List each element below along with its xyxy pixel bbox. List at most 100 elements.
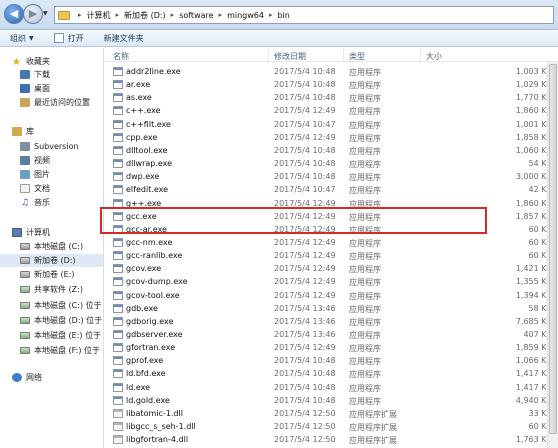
nav-pictures[interactable]: 图片 [20, 168, 103, 181]
file-row[interactable]: gfortran.exe 2017/5/4 12:49 应用程序 1,859 KB [105, 341, 558, 354]
exe-file-icon [113, 277, 123, 287]
chevron-right-icon[interactable]: ▸ [116, 11, 120, 19]
nav-downloads[interactable]: 下载 [20, 68, 103, 81]
column-date-header[interactable]: 修改日期 [274, 51, 306, 62]
breadcrumb-software[interactable]: software [179, 11, 213, 20]
file-date: 2017/5/4 10:48 [274, 159, 336, 169]
forward-arrow-icon[interactable]: ▶ [23, 4, 43, 24]
file-row[interactable]: dwp.exe 2017/5/4 10:48 应用程序 3,000 KB [105, 170, 558, 183]
file-row[interactable]: libgcc_s_seh-1.dll 2017/5/4 12:50 应用程序扩展 60… [105, 420, 558, 433]
breadcrumb[interactable]: ▸ 计算机 ▸ 新加卷 (D:) ▸ software ▸ mingw64 ▸ … [54, 6, 554, 24]
column-size-header[interactable]: 大小 [426, 51, 442, 62]
file-date: 2017/5/4 10:48 [274, 145, 336, 155]
file-name: gprof.exe [126, 356, 164, 366]
nav-network[interactable]: 网络 [12, 371, 103, 384]
file-row[interactable]: gcc-nm.exe 2017/5/4 12:49 应用程序 60 KB [105, 236, 558, 249]
file-row[interactable]: gcov-dump.exe 2017/5/4 12:49 应用程序 1,355 KB [105, 275, 558, 288]
subversion-icon [20, 142, 30, 151]
chevron-right-icon[interactable]: ▸ [219, 11, 223, 19]
organize-button[interactable]: 组织 ▼ [0, 33, 44, 44]
chevron-right-icon[interactable]: ▸ [78, 11, 82, 19]
nav-net-drive-4[interactable]: 本地磁盘 (F:) 位于 X [20, 344, 103, 357]
library-icon [12, 127, 22, 136]
nav-computer[interactable]: 计算机 [12, 226, 103, 239]
organize-label: 组织 [10, 33, 26, 43]
file-row[interactable]: dllwrap.exe 2017/5/4 10:48 应用程序 54 KB [105, 157, 558, 170]
nav-libraries[interactable]: 库 [12, 125, 103, 138]
nav-documents[interactable]: 文档 [20, 182, 103, 195]
file-name: gfortran.exe [126, 343, 176, 353]
exe-file-icon [113, 330, 123, 339]
column-divider[interactable] [343, 48, 344, 62]
file-date: 2017/5/4 10:48 [274, 356, 336, 366]
nav-drive-e[interactable]: 新加卷 (E:) [20, 268, 103, 281]
column-divider[interactable] [268, 48, 269, 62]
nav-subversion-label: Subversion [34, 142, 79, 151]
nav-music[interactable]: ♫ 音乐 [20, 196, 103, 209]
hard-drive-icon [20, 243, 30, 250]
network-drive-icon [20, 286, 30, 293]
nav-net-drive-3[interactable]: 本地磁盘 (E:) 位于 X [20, 329, 103, 342]
file-row[interactable]: gdbserver.exe 2017/5/4 13:46 应用程序 407 KB [105, 328, 558, 341]
nav-subversion[interactable]: Subversion [20, 140, 103, 153]
navigation-pane: ★ 收藏夹 下载 桌面 最近访问的位置 库 Subversion 视频 图片 文… [0, 48, 104, 448]
file-type: 应用程序 [349, 331, 381, 340]
chevron-right-icon[interactable]: ▸ [269, 11, 273, 19]
nav-favorites[interactable]: ★ 收藏夹 [12, 55, 103, 68]
file-date: 2017/5/4 13:46 [274, 330, 336, 339]
file-row[interactable]: gcc-ranlib.exe 2017/5/4 12:49 应用程序 60 KB [105, 249, 558, 262]
nav-recent[interactable]: 最近访问的位置 [20, 96, 103, 109]
breadcrumb-bin[interactable]: bin [277, 11, 289, 20]
column-divider[interactable] [420, 48, 421, 62]
file-row[interactable]: dlltool.exe 2017/5/4 10:48 应用程序 1,060 KB [105, 144, 558, 157]
file-row[interactable]: cpp.exe 2017/5/4 12:49 应用程序 1,858 KB [105, 131, 558, 144]
nav-pictures-label: 图片 [34, 170, 50, 179]
exe-file-icon [113, 316, 123, 326]
open-button[interactable]: 打开 [44, 33, 94, 44]
video-icon [20, 156, 30, 165]
open-icon [53, 33, 64, 43]
file-row[interactable]: elfedit.exe 2017/5/4 10:47 应用程序 42 KB [105, 183, 558, 196]
column-name-header[interactable]: 名称 [113, 51, 129, 62]
back-arrow-icon[interactable]: ◀ [4, 4, 24, 24]
file-row[interactable]: c++filt.exe 2017/5/4 10:47 应用程序 1,001 KB [105, 118, 558, 131]
nav-drive-c[interactable]: 本地磁盘 (C:) [20, 240, 103, 253]
nav-net-drive-2[interactable]: 本地磁盘 (D:) 位于 X [20, 314, 103, 327]
file-row[interactable]: addr2line.exe 2017/5/4 10:48 应用程序 1,003 KB [105, 65, 558, 78]
nav-drive-d[interactable]: 新加卷 (D:) [0, 254, 103, 267]
file-row[interactable]: ld.exe 2017/5/4 10:48 应用程序 1,417 KB [105, 381, 558, 394]
column-type-header[interactable]: 类型 [349, 51, 365, 62]
history-dropdown-icon[interactable]: ▼ [43, 10, 48, 17]
file-row[interactable]: gcov.exe 2017/5/4 12:49 应用程序 1,421 KB [105, 262, 558, 275]
nav-videos[interactable]: 视频 [20, 154, 103, 167]
nav-desktop[interactable]: 桌面 [20, 82, 103, 95]
file-row[interactable]: ld.bfd.exe 2017/5/4 10:48 应用程序 1,417 KB [105, 367, 558, 380]
breadcrumb-computer[interactable]: 计算机 [87, 10, 111, 21]
file-type: 应用程序扩展 [349, 423, 397, 433]
file-row[interactable]: gdborig.exe 2017/5/4 13:46 应用程序 7,685 KB [105, 315, 558, 328]
vertical-scrollbar[interactable] [547, 62, 558, 448]
breadcrumb-drive-d[interactable]: 新加卷 (D:) [124, 10, 166, 21]
file-type: 应用程序 [349, 291, 381, 301]
file-date: 2017/5/4 10:47 [274, 185, 336, 195]
file-row[interactable]: gdb.exe 2017/5/4 13:46 应用程序 58 KB [105, 302, 558, 315]
file-row[interactable]: ld.gold.exe 2017/5/4 10:48 应用程序 4,940 KB [105, 394, 558, 407]
breadcrumb-mingw64[interactable]: mingw64 [227, 11, 264, 20]
file-row[interactable]: ar.exe 2017/5/4 10:48 应用程序 1,029 KB [105, 78, 558, 91]
chevron-right-icon[interactable]: ▸ [171, 11, 175, 19]
file-row[interactable]: libatomic-1.dll 2017/5/4 12:50 应用程序扩展 33 KB [105, 407, 558, 420]
file-row[interactable]: c++.exe 2017/5/4 12:49 应用程序 1,860 KB [105, 104, 558, 117]
highlight-annotation [100, 207, 487, 234]
nav-desktop-label: 桌面 [34, 84, 50, 93]
scrollbar-thumb[interactable] [549, 64, 557, 434]
file-type: 应用程序 [349, 94, 381, 104]
file-date: 2017/5/4 12:49 [274, 264, 336, 274]
file-row[interactable]: gprof.exe 2017/5/4 10:48 应用程序 1,066 KB [105, 354, 558, 367]
picture-icon [20, 170, 30, 179]
file-row[interactable]: as.exe 2017/5/4 10:48 应用程序 1,770 KB [105, 91, 558, 104]
file-row[interactable]: gcov-tool.exe 2017/5/4 12:49 应用程序 1,394 KB [105, 289, 558, 302]
nav-net-drive-1[interactable]: 本地磁盘 (C:) 位于 X [20, 299, 103, 312]
file-row[interactable]: libgfortran-4.dll 2017/5/4 12:50 应用程序扩展 1,7… [105, 433, 558, 446]
new-folder-button[interactable]: 新建文件夹 [94, 33, 154, 44]
nav-drive-z[interactable]: 共享软件 (Z:) [20, 283, 103, 296]
